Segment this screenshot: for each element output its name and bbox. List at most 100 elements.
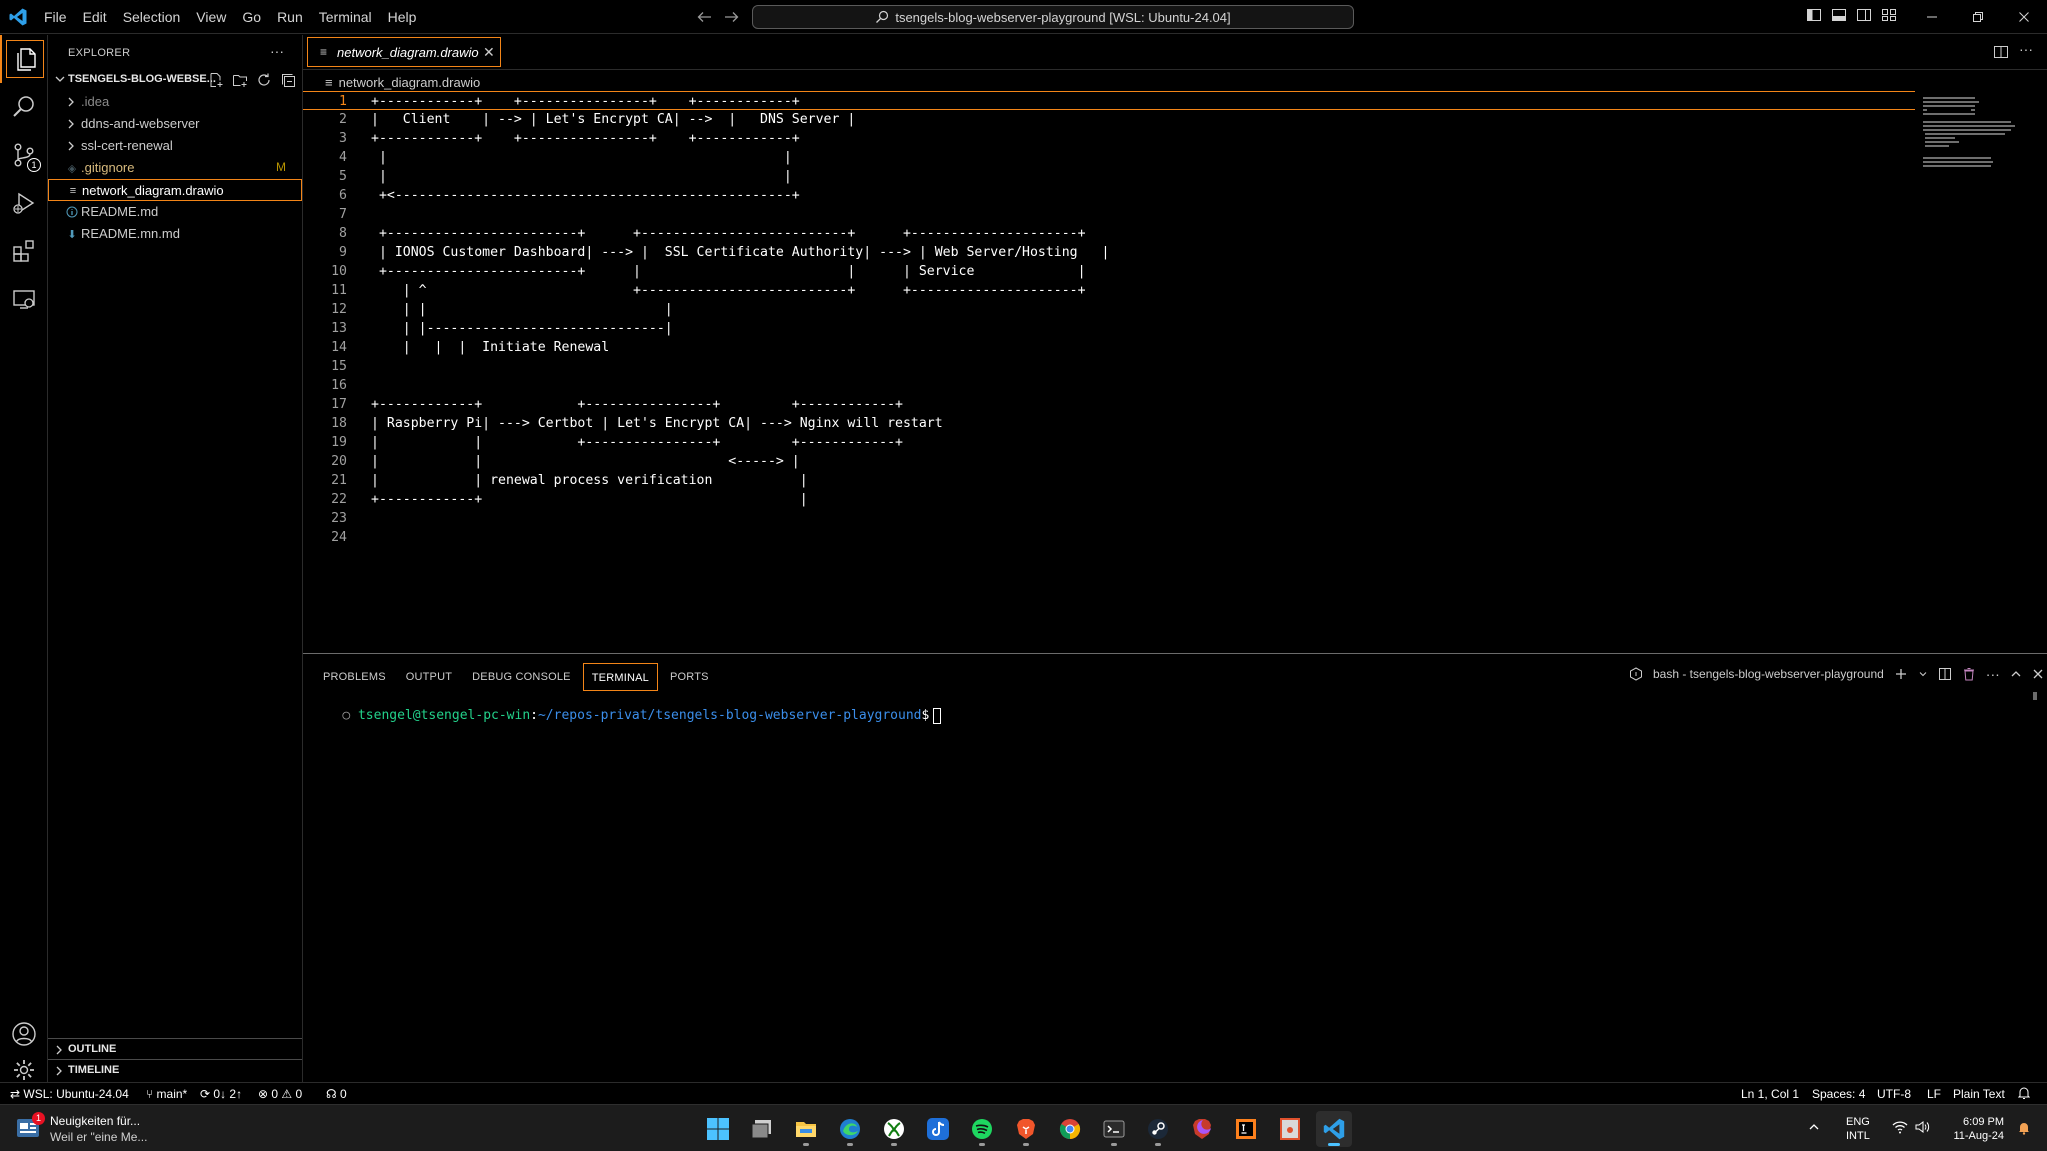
restore-icon[interactable]	[1955, 0, 2001, 34]
notification-bell-icon[interactable]	[2018, 1121, 2030, 1135]
activity-accounts[interactable]	[0, 1010, 48, 1058]
problems-indicator[interactable]: ⊗ 0 ⚠ 0	[258, 1086, 302, 1102]
more-actions-icon[interactable]: ···	[270, 43, 284, 59]
volume-icon[interactable]	[1914, 1120, 1930, 1134]
menu-go[interactable]: Go	[234, 0, 269, 34]
menu-file[interactable]: File	[36, 0, 75, 34]
code-line[interactable]: 2 | Client | --> | Let's Encrypt CA| --> …	[303, 110, 1915, 129]
new-folder-icon[interactable]	[232, 72, 248, 88]
chevron-down-icon[interactable]	[1918, 669, 1928, 679]
code-line[interactable]: 19 | | +----------------+ +------------+	[303, 433, 1915, 452]
code-line[interactable]: 1 +------------+ +----------------+ +----…	[303, 91, 1915, 110]
remote-indicator[interactable]: ⇄ WSL: Ubuntu-24.04	[10, 1086, 129, 1102]
code-line[interactable]: 18 | Raspberry Pi| ---> Certbot | Let's E…	[303, 414, 1915, 433]
maximize-panel-icon[interactable]	[2010, 668, 2022, 680]
panel-more-actions-icon[interactable]: ···	[1986, 666, 2000, 682]
code-line[interactable]: 3 +------------+ +----------------+ +----…	[303, 129, 1915, 148]
terminal-instance-name[interactable]: bash - tsengels-blog-webserver-playgroun…	[1653, 667, 1884, 681]
code-line[interactable]: 24	[303, 528, 1915, 547]
activity-remote-explorer[interactable]	[0, 275, 48, 323]
tree-folder-ssl-cert-renewal[interactable]: ssl-cert-renewal	[48, 135, 302, 157]
code-line[interactable]: 14 | | | Initiate Renewal	[303, 338, 1915, 357]
activity-extensions[interactable]	[0, 227, 48, 275]
activity-explorer[interactable]	[0, 35, 48, 83]
kill-terminal-icon[interactable]	[1962, 667, 1976, 681]
close-window-icon[interactable]	[2001, 0, 2047, 34]
code-line[interactable]: 16	[303, 376, 1915, 395]
code-line[interactable]: 6 +<------------------------------------…	[303, 186, 1915, 205]
file-explorer-icon[interactable]	[788, 1111, 824, 1147]
google-chrome-icon[interactable]	[1052, 1111, 1088, 1147]
activity-manage[interactable]	[0, 1058, 48, 1082]
activity-run-debug[interactable]	[0, 179, 48, 227]
new-file-icon[interactable]	[208, 72, 224, 88]
news-widget[interactable]: 1	[14, 1112, 45, 1142]
terminal-app-icon[interactable]	[1096, 1111, 1132, 1147]
code-line[interactable]: 15	[303, 357, 1915, 376]
toggle-panel-icon[interactable]	[1831, 7, 1847, 23]
command-center-search[interactable]: tsengels-blog-webserver-playground [WSL:…	[752, 5, 1354, 29]
news-title[interactable]: Neuigkeiten für...	[50, 1114, 140, 1128]
split-terminal-icon[interactable]	[1938, 667, 1952, 681]
menu-run[interactable]: Run	[269, 0, 311, 34]
jetbrains-ide-icon[interactable]	[1228, 1111, 1264, 1147]
end-of-line[interactable]: LF	[1927, 1086, 1941, 1102]
activity-source-control[interactable]: 1	[0, 131, 48, 179]
steam-icon[interactable]	[1140, 1111, 1176, 1147]
code-line[interactable]: 20 | | <-----> |	[303, 452, 1915, 471]
news-subtitle[interactable]: Weil er "eine Me...	[50, 1130, 147, 1144]
brave-nightly-icon[interactable]	[1184, 1111, 1220, 1147]
brave-browser-icon[interactable]	[1008, 1111, 1044, 1147]
menu-help[interactable]: Help	[380, 0, 425, 34]
menu-edit[interactable]: Edit	[75, 0, 115, 34]
go-forward-icon[interactable]	[722, 8, 740, 26]
input-language-indicator[interactable]: ENG INTL	[1846, 1115, 1870, 1143]
task-view-icon[interactable]	[744, 1111, 780, 1147]
tree-file-network-diagram[interactable]: ≡ network_diagram.drawio	[48, 179, 302, 201]
breadcrumb-file[interactable]: network_diagram.drawio	[339, 75, 481, 90]
menu-terminal[interactable]: Terminal	[311, 0, 380, 34]
git-sync[interactable]: ⟳ 0↓ 2↑	[200, 1086, 242, 1102]
collapse-all-icon[interactable]	[280, 72, 296, 88]
git-branch[interactable]: ⑂ main*	[146, 1086, 187, 1102]
ports-indicator[interactable]: ☊ 0	[326, 1086, 347, 1102]
cursor-position[interactable]: Ln 1, Col 1	[1741, 1086, 1799, 1102]
tab-output[interactable]: OUTPUT	[398, 663, 460, 691]
code-line[interactable]: 22 +------------+ |	[303, 490, 1915, 509]
minimize-icon[interactable]	[1909, 0, 1955, 34]
office-app-icon[interactable]	[1272, 1111, 1308, 1147]
code-line[interactable]: 8 +------------------------+ +----------…	[303, 224, 1915, 243]
windows-start-icon[interactable]	[700, 1111, 736, 1147]
notifications-bell-icon[interactable]	[2018, 1086, 2030, 1102]
customize-layout-icon[interactable]	[1881, 7, 1897, 23]
tab-terminal[interactable]: TERMINAL	[582, 663, 658, 691]
code-line[interactable]: 9 | IONOS Customer Dashboard| ---> | SSL…	[303, 243, 1915, 262]
code-line[interactable]: 23	[303, 509, 1915, 528]
edge-browser-icon[interactable]	[832, 1111, 868, 1147]
go-back-icon[interactable]	[696, 8, 714, 26]
tab-debug-console[interactable]: DEBUG CONSOLE	[464, 663, 579, 691]
code-editor[interactable]: 1 +------------+ +----------------+ +----…	[303, 91, 2047, 591]
tiktok-icon[interactable]	[920, 1111, 956, 1147]
toggle-primary-sidebar-icon[interactable]	[1806, 7, 1822, 23]
code-line[interactable]: 10 +------------------------+ | | | Serv…	[303, 262, 1915, 281]
code-line[interactable]: 4 | |	[303, 148, 1915, 167]
tab-problems[interactable]: PROBLEMS	[315, 663, 394, 691]
tree-folder-idea[interactable]: .idea	[48, 91, 302, 113]
code-line[interactable]: 12 | | |	[303, 300, 1915, 319]
code-line[interactable]: 11 | ^ +--------------------------+ +---…	[303, 281, 1915, 300]
encoding[interactable]: UTF-8	[1877, 1086, 1911, 1102]
editor-tab-network-diagram[interactable]: ≡ network_diagram.drawio ✕	[307, 37, 501, 67]
indentation[interactable]: Spaces: 4	[1812, 1086, 1865, 1102]
code-line[interactable]: 21 | | renewal process verification |	[303, 471, 1915, 490]
code-line[interactable]: 13 | |------------------------------|	[303, 319, 1915, 338]
editor-scrollbar[interactable]	[2035, 91, 2047, 591]
xbox-icon[interactable]	[876, 1111, 912, 1147]
tree-file-readme[interactable]: README.md	[48, 201, 302, 223]
tree-file-gitignore[interactable]: ◈ .gitignore M	[48, 157, 302, 179]
clock[interactable]: 6:09 PM 11-Aug-24	[1944, 1115, 2004, 1143]
tree-file-readme-mn[interactable]: ⬇ README.mn.md	[48, 223, 302, 245]
terminal-prompt-line[interactable]: ○ tsengel@tsengel-pc-win:~/repos-privat/…	[311, 689, 942, 724]
tab-ports[interactable]: PORTS	[662, 663, 717, 691]
close-panel-icon[interactable]	[2032, 668, 2044, 680]
